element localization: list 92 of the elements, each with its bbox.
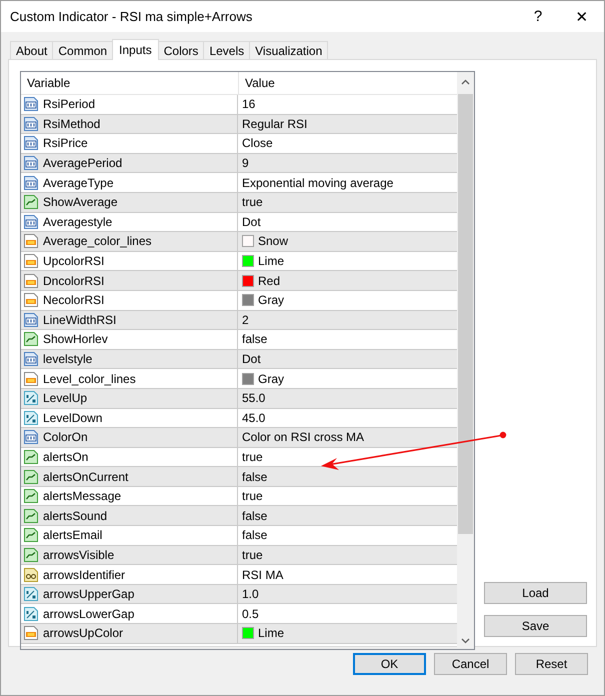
close-button[interactable]: ✕ [560, 1, 604, 32]
variable-name: ShowHorlev [43, 332, 108, 346]
value-text: Dot [242, 352, 261, 366]
variable-name: alertsMessage [43, 489, 122, 504]
tab[interactable]: Inputs [112, 39, 159, 60]
number-icon [23, 586, 39, 602]
window-title: Custom Indicator - RSI ma simple+Arrows [10, 9, 254, 24]
variable-name: AverageType [43, 176, 114, 190]
number-icon [23, 390, 39, 406]
variable-name: NecolorRSI [43, 293, 104, 308]
scrollbar[interactable] [457, 72, 474, 649]
value-text: Gray [258, 293, 284, 308]
side-button[interactable]: Save [484, 615, 587, 637]
color-type-icon [23, 272, 39, 289]
value-text: true [242, 548, 263, 562]
value-text: Dot [242, 214, 261, 229]
variable-name: RsiMethod [43, 116, 100, 131]
variable-name: LevelDown [43, 410, 102, 425]
variable-name: alertsSound [43, 508, 108, 523]
boolean-icon [23, 527, 39, 544]
value-text: 16 [242, 97, 256, 112]
color-type-icon [23, 625, 39, 642]
value-text: Color on RSI cross MA [242, 430, 364, 444]
value-text: 0.5 [242, 606, 259, 621]
boolean-icon [23, 194, 39, 210]
dialog-button[interactable]: Reset [515, 653, 588, 675]
boolean-icon [23, 468, 39, 485]
value-text: 2 [242, 312, 249, 327]
variable-name: Average_color_lines [43, 234, 152, 248]
boolean-icon [23, 546, 39, 563]
variable-name: arrowsVisible [43, 548, 114, 562]
value-text: true [242, 489, 263, 504]
variable-name: arrowsLowerGap [43, 606, 134, 621]
value-text: true [242, 195, 263, 210]
variable-name: ColorOn [43, 430, 88, 444]
value-text: false [242, 528, 268, 542]
value-text: Close [242, 136, 273, 150]
integer-icon [23, 429, 39, 446]
variable-name: ShowAverage [43, 195, 118, 210]
value-text: Regular RSI [242, 116, 308, 131]
integer-icon [23, 312, 39, 328]
dialog-button[interactable]: Cancel [434, 653, 507, 675]
variable-name: UpcolorRSI [43, 254, 104, 268]
value-text: false [242, 332, 268, 346]
color-type-icon [23, 233, 39, 250]
value-text: false [242, 470, 268, 484]
variable-name: alertsOn [43, 450, 88, 464]
number-icon [23, 606, 39, 622]
variable-name: DncolorRSI [43, 274, 104, 288]
value-text: 1.0 [242, 587, 259, 602]
boolean-icon [23, 448, 39, 465]
variable-name: LineWidthRSI [43, 312, 116, 327]
variable-name: alertsOnCurrent [43, 470, 128, 484]
variable-name: arrowsUpperGap [43, 587, 134, 602]
value-text: Snow [258, 234, 288, 248]
column-header[interactable]: Variable [21, 72, 239, 94]
value-text: Gray [258, 372, 284, 386]
variable-name: RsiPrice [43, 136, 88, 150]
value-text: Lime [258, 254, 284, 268]
value-text: false [242, 508, 268, 523]
column-header[interactable]: Value [239, 72, 275, 94]
boolean-icon [23, 488, 39, 504]
variable-name: AveragePeriod [43, 156, 122, 170]
value-text: 9 [242, 156, 249, 170]
value-text: true [242, 450, 263, 464]
variable-name: RsiPeriod [43, 97, 96, 112]
value-text: RSI MA [242, 568, 284, 582]
integer-icon [23, 155, 39, 172]
variable-name: levelstyle [43, 352, 92, 366]
integer-icon [23, 116, 39, 132]
value-text: 45.0 [242, 410, 266, 425]
variable-name: alertsEmail [43, 528, 102, 542]
value-text: Exponential moving average [242, 176, 394, 190]
boolean-icon [23, 331, 39, 348]
text-type-icon [23, 566, 39, 583]
scroll-thumb[interactable] [458, 94, 473, 534]
dialog-button[interactable]: OK [353, 653, 426, 675]
value-text: 55.0 [242, 391, 266, 406]
tab[interactable]: About [10, 41, 54, 59]
variable-name: LevelUp [43, 391, 88, 406]
integer-icon [23, 351, 39, 368]
side-button[interactable]: Load [484, 582, 587, 604]
variable-name: Level_color_lines [43, 372, 136, 386]
boolean-icon [23, 508, 39, 524]
variable-name: arrowsUpColor [43, 626, 124, 640]
value-text: Lime [258, 626, 284, 640]
number-icon [23, 410, 39, 426]
tab[interactable]: Visualization [249, 41, 328, 59]
variable-name: arrowsIdentifier [43, 568, 126, 582]
help-button[interactable]: ? [516, 1, 560, 32]
value-text: Red [258, 274, 280, 288]
variable-name: Averagestyle [43, 214, 112, 229]
